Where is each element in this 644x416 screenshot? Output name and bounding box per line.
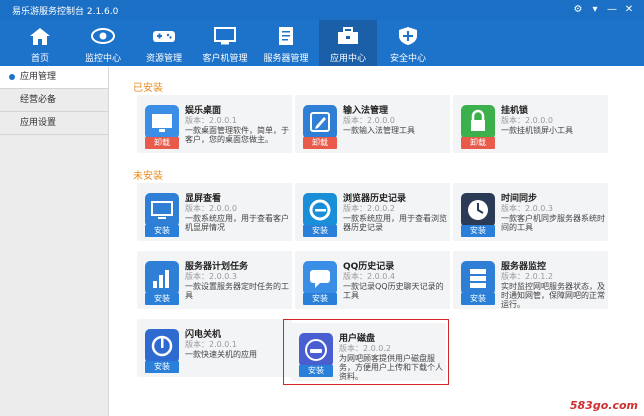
tab-label: 服务器管理 xyxy=(263,54,309,64)
settings-icon[interactable]: ⚙ xyxy=(571,3,585,17)
app-card: 卸载 娱乐桌面 版本：2.0.0.1 一款桌面管理软件，简单，于客户，您的桌面您… xyxy=(137,95,292,153)
app-window: 易乐游服务控制台 2.1.6.0 ⚙ ▾ — ✕ 首页 监控中心 资源管理 客户… xyxy=(0,0,644,416)
tab-app-center[interactable]: 应用中心 xyxy=(319,20,377,66)
screen-icon xyxy=(145,193,179,227)
app-description: 一款输入法管理工具 xyxy=(343,126,415,135)
app-card: 安装 显屏查看 版本：2.0.0.0 一款系统应用，用于查看客户机显屏情况 xyxy=(137,183,292,241)
sidebar-item-app-settings[interactable]: 应用设置 xyxy=(0,112,108,135)
section-uninstalled-title: 未安装 xyxy=(133,171,163,182)
section-installed-title: 已安装 xyxy=(133,83,163,94)
minimize-icon[interactable]: — xyxy=(605,3,619,17)
install-button[interactable]: 安装 xyxy=(145,225,179,237)
tab-security-center[interactable]: 安全中心 xyxy=(379,20,437,66)
uninstall-button[interactable]: 卸载 xyxy=(303,137,337,149)
gamepad-icon xyxy=(153,31,175,42)
pen-icon xyxy=(303,105,337,139)
shield-icon xyxy=(399,27,417,45)
app-version: 版本：2.0.0.1 xyxy=(185,340,237,349)
app-description: 一款记录QQ历史聊天记录的工具 xyxy=(343,282,444,300)
install-button[interactable]: 安装 xyxy=(303,293,337,305)
tab-server-management[interactable]: 服务器管理 xyxy=(257,20,315,66)
chat-icon xyxy=(303,261,337,295)
clock-icon xyxy=(461,193,495,227)
sidebar: 应用管理 经营必备 应用设置 xyxy=(0,66,109,416)
browser-icon xyxy=(303,193,337,227)
install-button[interactable]: 安装 xyxy=(461,225,495,237)
app-description: 一款系统应用，用于查看浏览器历史记录 xyxy=(343,214,447,232)
app-version: 版本：2.0.0.2 xyxy=(343,204,395,213)
app-card: 安装 浏览器历史记录 版本：2.0.0.2 一款系统应用，用于查看浏览器历史记录 xyxy=(295,183,450,241)
power-icon xyxy=(145,329,179,363)
app-version: 版本：2.0.0.3 xyxy=(501,204,553,213)
app-card: 安装 QQ历史记录 版本：2.0.0.4 一款记录QQ历史聊天记录的工具 xyxy=(295,251,450,309)
dropdown-icon[interactable]: ▾ xyxy=(588,3,602,17)
app-card: 卸载 输入法管理 版本：2.0.0.0 一款输入法管理工具 xyxy=(295,95,450,153)
app-card: 安装 服务器计划任务 版本：2.0.0.3 一款设置服务器定时任务的工具 xyxy=(137,251,292,309)
tab-home[interactable]: 首页 xyxy=(11,20,69,66)
app-version: 版本：2.0.0.1 xyxy=(185,116,237,125)
app-description: 一款挂机锁屏小工具 xyxy=(501,126,573,135)
app-description: 一款客户机同步服务器系统时间的工具 xyxy=(501,214,605,232)
tab-monitor-center[interactable]: 监控中心 xyxy=(74,20,132,66)
app-version: 版本：2.0.0.0 xyxy=(501,116,553,125)
desktop-app-icon xyxy=(145,105,179,139)
app-card: 卸载 挂机锁 版本：2.0.0.0 一款挂机锁屏小工具 xyxy=(453,95,608,153)
window-title: 易乐游服务控制台 2.1.6.0 xyxy=(12,7,119,17)
app-description: 一款系统应用，用于查看客户机显屏情况 xyxy=(185,214,289,232)
install-button[interactable]: 安装 xyxy=(461,293,495,305)
eye-icon xyxy=(91,28,115,44)
main-toolbar: 首页 监控中心 资源管理 客户机管理 服务器管理 应用中心 安全中心 xyxy=(0,20,644,66)
app-card: 安装 服务器监控 版本：2.0.1.2 实时监控网吧服务器状态，及时通知网管，保… xyxy=(453,251,608,309)
app-version: 版本：2.0.1.2 xyxy=(501,272,553,281)
sidebar-item-business-essentials[interactable]: 经营必备 xyxy=(0,89,108,112)
sidebar-item-label: 应用设置 xyxy=(20,118,57,128)
app-description: 实时监控网吧服务器状态，及时通知网管，保障网吧的正常运行。 xyxy=(501,282,605,309)
home-icon xyxy=(30,28,50,45)
document-icon xyxy=(279,27,293,45)
app-version: 版本：2.0.0.3 xyxy=(185,272,237,281)
install-button[interactable]: 安装 xyxy=(145,293,179,305)
uninstall-button[interactable]: 卸载 xyxy=(145,137,179,149)
tab-label: 安全中心 xyxy=(389,54,426,64)
close-icon[interactable]: ✕ xyxy=(622,3,636,17)
toolbox-icon xyxy=(338,27,358,44)
tab-label: 首页 xyxy=(30,54,49,64)
app-version: 版本：2.0.0.4 xyxy=(343,272,395,281)
title-bar: 易乐游服务控制台 2.1.6.0 ⚙ ▾ — ✕ xyxy=(0,0,644,20)
app-card: 安装 时间同步 版本：2.0.0.3 一款客户机同步服务器系统时间的工具 xyxy=(453,183,608,241)
tab-label: 监控中心 xyxy=(84,54,121,64)
uninstall-button[interactable]: 卸载 xyxy=(461,137,495,149)
tab-label: 客户机管理 xyxy=(202,54,248,64)
watermark: 583go.com xyxy=(569,399,638,412)
app-card: 安装 闪电关机 版本：2.0.0.1 一款快速关机的应用 xyxy=(137,319,292,377)
app-description: 一款快速关机的应用 xyxy=(185,350,257,359)
server-icon xyxy=(461,261,495,295)
sidebar-item-app-management[interactable]: 应用管理 xyxy=(0,66,108,89)
app-description: 一款桌面管理软件，简单，于客户，您的桌面您做主。 xyxy=(185,126,289,144)
app-version: 版本：2.0.0.0 xyxy=(343,116,395,125)
app-version: 版本：2.0.0.0 xyxy=(185,204,237,213)
tab-client-management[interactable]: 客户机管理 xyxy=(196,20,254,66)
highlight-frame xyxy=(283,319,449,385)
monitor-icon xyxy=(214,27,236,45)
install-button[interactable]: 安装 xyxy=(145,361,179,373)
app-description: 一款设置服务器定时任务的工具 xyxy=(185,282,289,300)
sidebar-item-label: 应用管理 xyxy=(20,72,57,82)
install-button[interactable]: 安装 xyxy=(303,225,337,237)
tab-label: 资源管理 xyxy=(145,54,182,64)
sidebar-item-label: 经营必备 xyxy=(20,95,57,105)
lock-icon xyxy=(461,105,495,139)
chart-icon xyxy=(145,261,179,295)
tab-label: 应用中心 xyxy=(329,54,366,64)
tab-resource-management[interactable]: 资源管理 xyxy=(135,20,193,66)
active-dot xyxy=(9,74,15,80)
